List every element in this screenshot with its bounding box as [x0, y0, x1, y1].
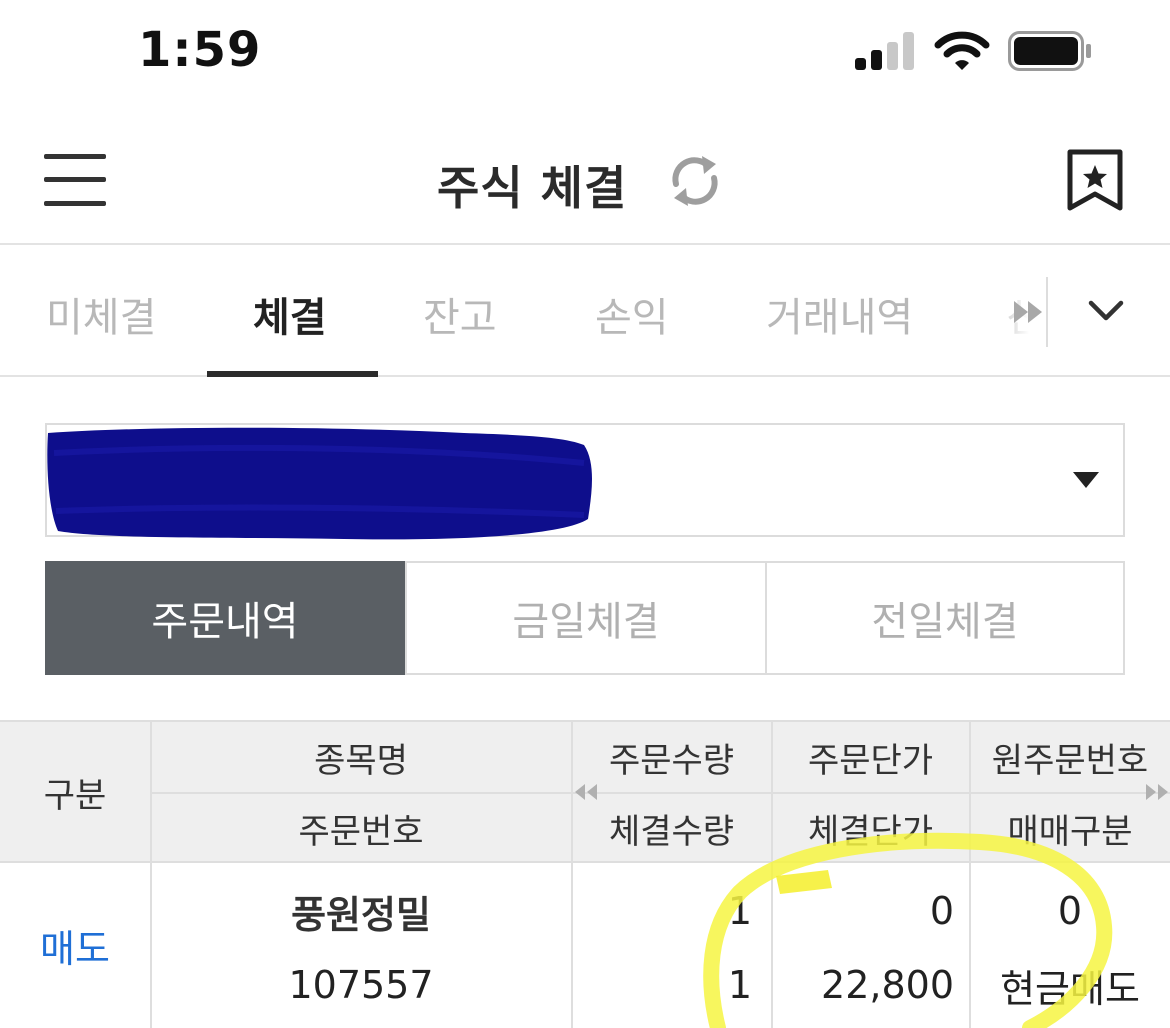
header-original-order-number: 원주문번호 — [991, 740, 1149, 781]
row-exec-price: 22,800 — [821, 963, 954, 1007]
scroll-columns-left-icon[interactable] — [573, 782, 599, 802]
redaction-scribble — [47, 427, 593, 540]
tab-transaction-history[interactable]: 거래내역 — [766, 285, 913, 343]
row-order-qty: 1 — [727, 889, 752, 933]
segment-today-filled[interactable]: 금일체결 — [405, 561, 767, 675]
page-title: 주식 체결 — [437, 161, 628, 215]
status-bar: 1:59 — [0, 0, 1170, 100]
orders-table: 구분 종목명 주문번호 주문수량 체결수량 주문단가 체결단가 원주문번호 매매… — [0, 720, 1170, 1028]
tab-bar: 미체결 체결 잔고 손익 거래내역 신 — [0, 245, 1170, 377]
header-stock-name: 종목명 — [314, 740, 408, 781]
tab-balance[interactable]: 잔고 — [423, 285, 497, 343]
wifi-icon — [934, 31, 990, 70]
dropdown-arrow-icon[interactable] — [1073, 472, 1099, 488]
header-exec-qty: 체결수량 — [608, 812, 735, 852]
tab-profit-loss[interactable]: 손익 — [595, 285, 669, 343]
chevron-down-icon[interactable] — [1088, 299, 1124, 323]
row-stock-name: 풍원정밀 — [291, 892, 431, 937]
refresh-icon[interactable] — [666, 150, 724, 212]
tab-divider — [1046, 277, 1048, 347]
header-exec-price: 체결단가 — [807, 812, 934, 852]
scroll-columns-right-icon[interactable] — [1144, 782, 1170, 802]
app-header: 주식 체결 — [0, 120, 1170, 245]
battery-icon — [1008, 31, 1091, 71]
segment-yesterday-filled[interactable]: 전일체결 — [765, 561, 1125, 675]
row-order-price: 0 — [929, 889, 954, 933]
segment-order-history[interactable]: 주문내역 — [45, 561, 405, 675]
tab-filled[interactable]: 체결 — [253, 285, 327, 343]
row-original-order-number: 0 — [1057, 889, 1083, 933]
status-time: 1:59 — [138, 22, 262, 78]
header-type: 구분 — [43, 776, 107, 816]
tab-unfilled[interactable]: 미체결 — [46, 285, 156, 343]
header-order-number: 주문번호 — [298, 812, 424, 852]
header-order-price: 주문단가 — [807, 740, 934, 781]
hamburger-menu-icon[interactable] — [44, 154, 106, 206]
row-order-number: 107557 — [288, 963, 434, 1007]
row-type-sell: 매도 — [40, 926, 110, 971]
cellular-signal-icon — [855, 32, 915, 70]
row-exec-qty: 1 — [727, 963, 752, 1007]
row-trade-type: 현금매도 — [1000, 966, 1140, 1011]
header-trade-type: 매매구분 — [1007, 812, 1133, 852]
active-tab-indicator — [207, 371, 378, 377]
scroll-right-icon[interactable] — [1012, 297, 1046, 327]
bookmark-star-icon[interactable] — [1066, 148, 1124, 212]
header-order-qty: 주문수량 — [608, 740, 735, 781]
